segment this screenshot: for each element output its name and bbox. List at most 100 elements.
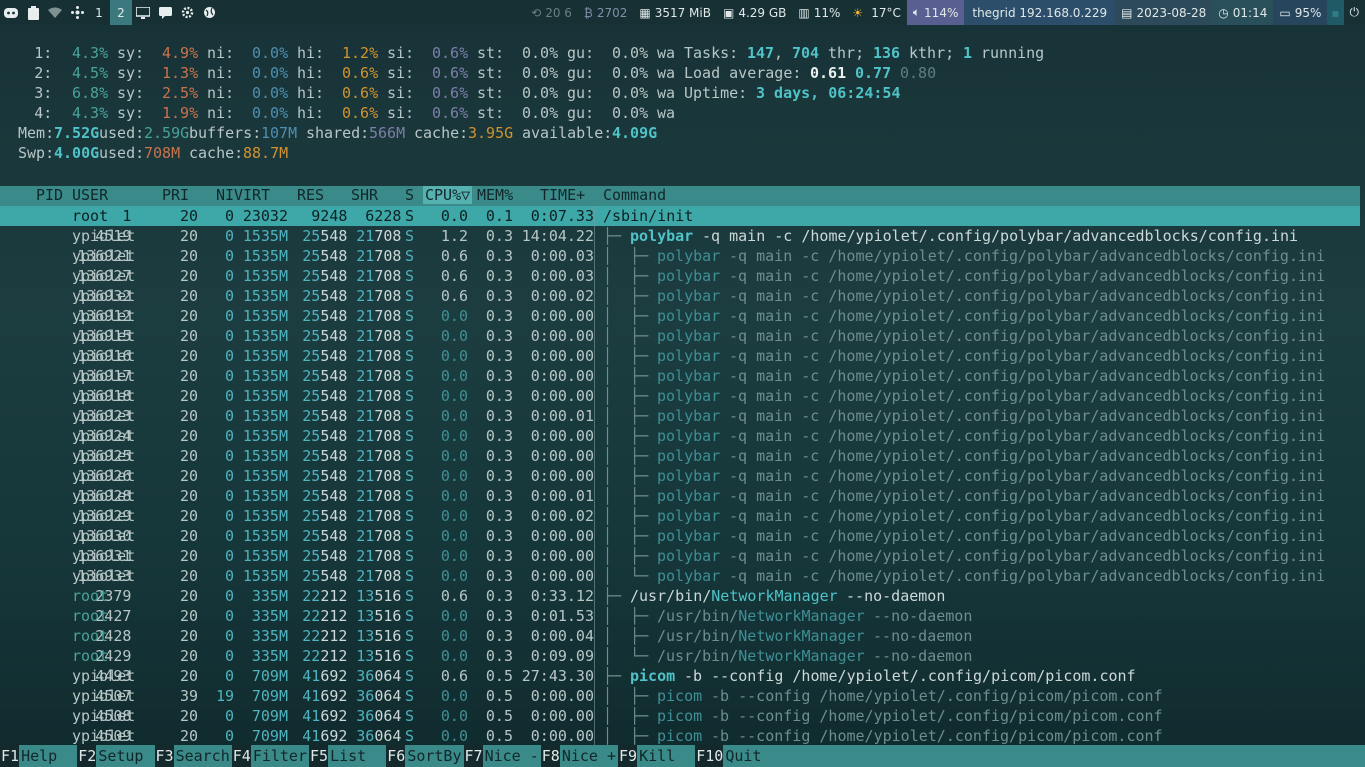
label-gu: gu:: [567, 104, 595, 122]
user-cell: ypiolet: [72, 547, 136, 565]
fkey-f5[interactable]: F5: [309, 745, 329, 767]
header-res[interactable]: RES: [297, 186, 324, 204]
globe-icon[interactable]: [198, 0, 220, 25]
fkey-label-nice[interactable]: Nice +: [559, 745, 618, 767]
table-row[interactable]: 2379 root 20 0 335M 22212 13516 S 0.6 0.3 0:33.12 ├…: [0, 586, 1360, 606]
table-row[interactable]: 136912 ypiolet 20 0 1535M 25548 21708 S 0.0 0.3 0:…: [0, 306, 1360, 326]
fkey-label-nice[interactable]: Nice -: [482, 745, 541, 767]
monitor-icon[interactable]: [132, 0, 154, 25]
virt-cell: 709M: [251, 707, 288, 725]
command-binary: polybar: [657, 267, 721, 285]
pinwheel-icon[interactable]: [66, 0, 88, 25]
column-header: PID USER PRI NI VIRT RES SHR S CPU%▽ MEM% TIME+ Com…: [0, 186, 1360, 206]
header-ni[interactable]: NI: [216, 186, 234, 204]
table-row[interactable]: 136924 ypiolet 20 0 1535M 25548 21708 S 0.0 0.3 0:…: [0, 426, 1360, 446]
time-cell: 0:00.00: [530, 327, 594, 345]
table-row[interactable]: 136932 ypiolet 20 0 1535M 25548 21708 S 0.6 0.3 0:…: [0, 286, 1360, 306]
table-row[interactable]: 4493 ypiolet 20 0 709M 41692 36064 S 0.6 0.5 27:43…: [0, 666, 1360, 686]
table-row[interactable]: 2427 root 20 0 335M 22212 13516 S 0.0 0.3 0:01.53 │…: [0, 606, 1360, 626]
cpu-block: ▥ 11%: [792, 0, 846, 25]
table-row[interactable]: 136930 ypiolet 20 0 1535M 25548 21708 S 0.0 0.3 0:…: [0, 526, 1360, 546]
header-cpu[interactable]: CPU%▽: [423, 186, 473, 204]
power-button[interactable]: ⏻: [1344, 0, 1365, 25]
fkey-f7[interactable]: F7: [463, 745, 483, 767]
table-row[interactable]: 2428 root 20 0 335M 22212 13516 S 0.0 0.3 0:00.04 │…: [0, 626, 1360, 646]
fkey-label-kill[interactable]: Kill: [637, 745, 696, 767]
header-time[interactable]: TIME+: [540, 186, 585, 204]
fkey-f1[interactable]: F1: [0, 745, 20, 767]
table-row[interactable]: 136917 ypiolet 20 0 1535M 25548 21708 S 0.0 0.3 0:…: [0, 366, 1360, 386]
shr-cell: 21708: [356, 447, 402, 465]
pid-cell: 1: [122, 207, 132, 225]
user-cell: ypiolet: [72, 287, 136, 305]
wifi-icon[interactable]: [44, 0, 66, 25]
fkey-label-list[interactable]: List: [328, 745, 387, 767]
table-row[interactable]: 4519 ypiolet 20 0 1535M 25548 21708 S 1.2 0.3 14:0…: [0, 226, 1360, 246]
fkey-label-sortby[interactable]: SortBy: [405, 745, 464, 767]
header-pid[interactable]: PID: [36, 186, 63, 204]
fkey-label-help[interactable]: Help: [19, 745, 78, 767]
workspace-1[interactable]: 1: [88, 0, 110, 25]
fkey-f8[interactable]: F8: [540, 745, 560, 767]
ni-cell: 0: [224, 647, 234, 665]
header-command[interactable]: Command: [603, 186, 666, 204]
pri-cell: 20: [179, 547, 198, 565]
cpu-sys: 1.9%: [162, 104, 199, 122]
mem-cell: 0.3: [485, 507, 513, 525]
header-s[interactable]: S: [405, 186, 414, 204]
pri-cell: 20: [179, 447, 198, 465]
header-shr[interactable]: SHR: [351, 186, 378, 204]
header-mem[interactable]: MEM%: [477, 186, 513, 204]
fkey-label-quit[interactable]: Quit: [723, 745, 1365, 767]
header-pri[interactable]: PRI: [162, 186, 189, 204]
shr-cell: 13516: [356, 647, 402, 665]
discord-icon[interactable]: [0, 0, 22, 25]
volume-block[interactable]: 🔈︎ 114%: [906, 0, 965, 25]
mem-cell: 0.3: [485, 547, 513, 565]
fkey-label-setup[interactable]: Setup: [96, 745, 155, 767]
table-row[interactable]: 4509 ypiolet 20 0 709M 41692 36064 S 0.0 0.5 0:00.…: [0, 726, 1360, 746]
command-args: -q main -c /home/ypiolet/.config/polybar…: [693, 227, 1299, 245]
fkey-label-search[interactable]: Search: [173, 745, 232, 767]
table-row[interactable]: 136931 ypiolet 20 0 1535M 25548 21708 S 0.0 0.3 0:…: [0, 546, 1360, 566]
header-virt[interactable]: VIRT: [234, 186, 270, 204]
table-row[interactable]: 136927 ypiolet 20 0 1535M 25548 21708 S 0.6 0.3 0:…: [0, 266, 1360, 286]
table-row[interactable]: 136928 ypiolet 20 0 1535M 25548 21708 S 0.0 0.3 0:…: [0, 486, 1360, 506]
fkey-f9[interactable]: F9: [618, 745, 638, 767]
table-row[interactable]: 4507 ypiolet 39 19 709M 41692 36064 S 0.0 0.5 0:00…: [0, 686, 1360, 706]
state-cell: S: [405, 627, 415, 645]
table-row[interactable]: 136918 ypiolet 20 0 1535M 25548 21708 S 0.0 0.3 0:…: [0, 386, 1360, 406]
cpu-sys: 4.9%: [162, 44, 199, 62]
table-row[interactable]: 2429 root 20 0 335M 22212 13516 S 0.0 0.3 0:09.09 │…: [0, 646, 1360, 666]
table-row[interactable]: 136929 ypiolet 20 0 1535M 25548 21708 S 0.0 0.3 0:…: [0, 506, 1360, 526]
fkey-label-filter[interactable]: Filter: [250, 745, 309, 767]
clipboard-icon[interactable]: [22, 0, 44, 25]
tree-branch: │ ├─: [603, 727, 658, 745]
table-row[interactable]: 136933 ypiolet 20 0 1535M 25548 21708 S 0.0 0.3 0:…: [0, 566, 1360, 586]
fkey-f3[interactable]: F3: [154, 745, 174, 767]
workspace-2[interactable]: 2: [110, 0, 132, 25]
user-cell: ypiolet: [72, 407, 136, 425]
chat-icon[interactable]: [154, 0, 176, 25]
command-binary: polybar: [657, 447, 721, 465]
table-row[interactable]: 1 root 20 0 23032 9248 6228 S 0.0 0.1 0:07.33/sbin…: [0, 206, 1360, 226]
table-row[interactable]: 4508 ypiolet 20 0 709M 41692 36064 S 0.0 0.5 0:00.…: [0, 706, 1360, 726]
tray-block[interactable]: ▪: [1327, 0, 1344, 25]
mem-cell: 0.3: [485, 647, 513, 665]
fkey-f2[interactable]: F2: [77, 745, 97, 767]
table-row[interactable]: 136926 ypiolet 20 0 1535M 25548 21708 S 0.0 0.3 0:…: [0, 466, 1360, 486]
table-row[interactable]: 136921 ypiolet 20 0 1535M 25548 21708 S 0.6 0.3 0:…: [0, 246, 1360, 266]
header-user[interactable]: USER: [72, 186, 108, 204]
table-row[interactable]: 136916 ypiolet 20 0 1535M 25548 21708 S 0.0 0.3 0:…: [0, 346, 1360, 366]
fkey-f10[interactable]: F10: [695, 745, 724, 767]
fkey-f4[interactable]: F4: [231, 745, 251, 767]
tree-branch: │ └─: [603, 647, 658, 665]
state-cell: S: [405, 467, 415, 485]
table-row[interactable]: 136915 ypiolet 20 0 1535M 25548 21708 S 0.0 0.3 0:…: [0, 326, 1360, 346]
table-row[interactable]: 136925 ypiolet 20 0 1535M 25548 21708 S 0.0 0.3 0:…: [0, 446, 1360, 466]
user-cell: ypiolet: [72, 387, 136, 405]
table-row[interactable]: 136923 ypiolet 20 0 1535M 25548 21708 S 0.0 0.3 0:…: [0, 406, 1360, 426]
gear-icon[interactable]: [176, 0, 198, 25]
virt-cell: 335M: [251, 627, 288, 645]
fkey-f6[interactable]: F6: [386, 745, 406, 767]
